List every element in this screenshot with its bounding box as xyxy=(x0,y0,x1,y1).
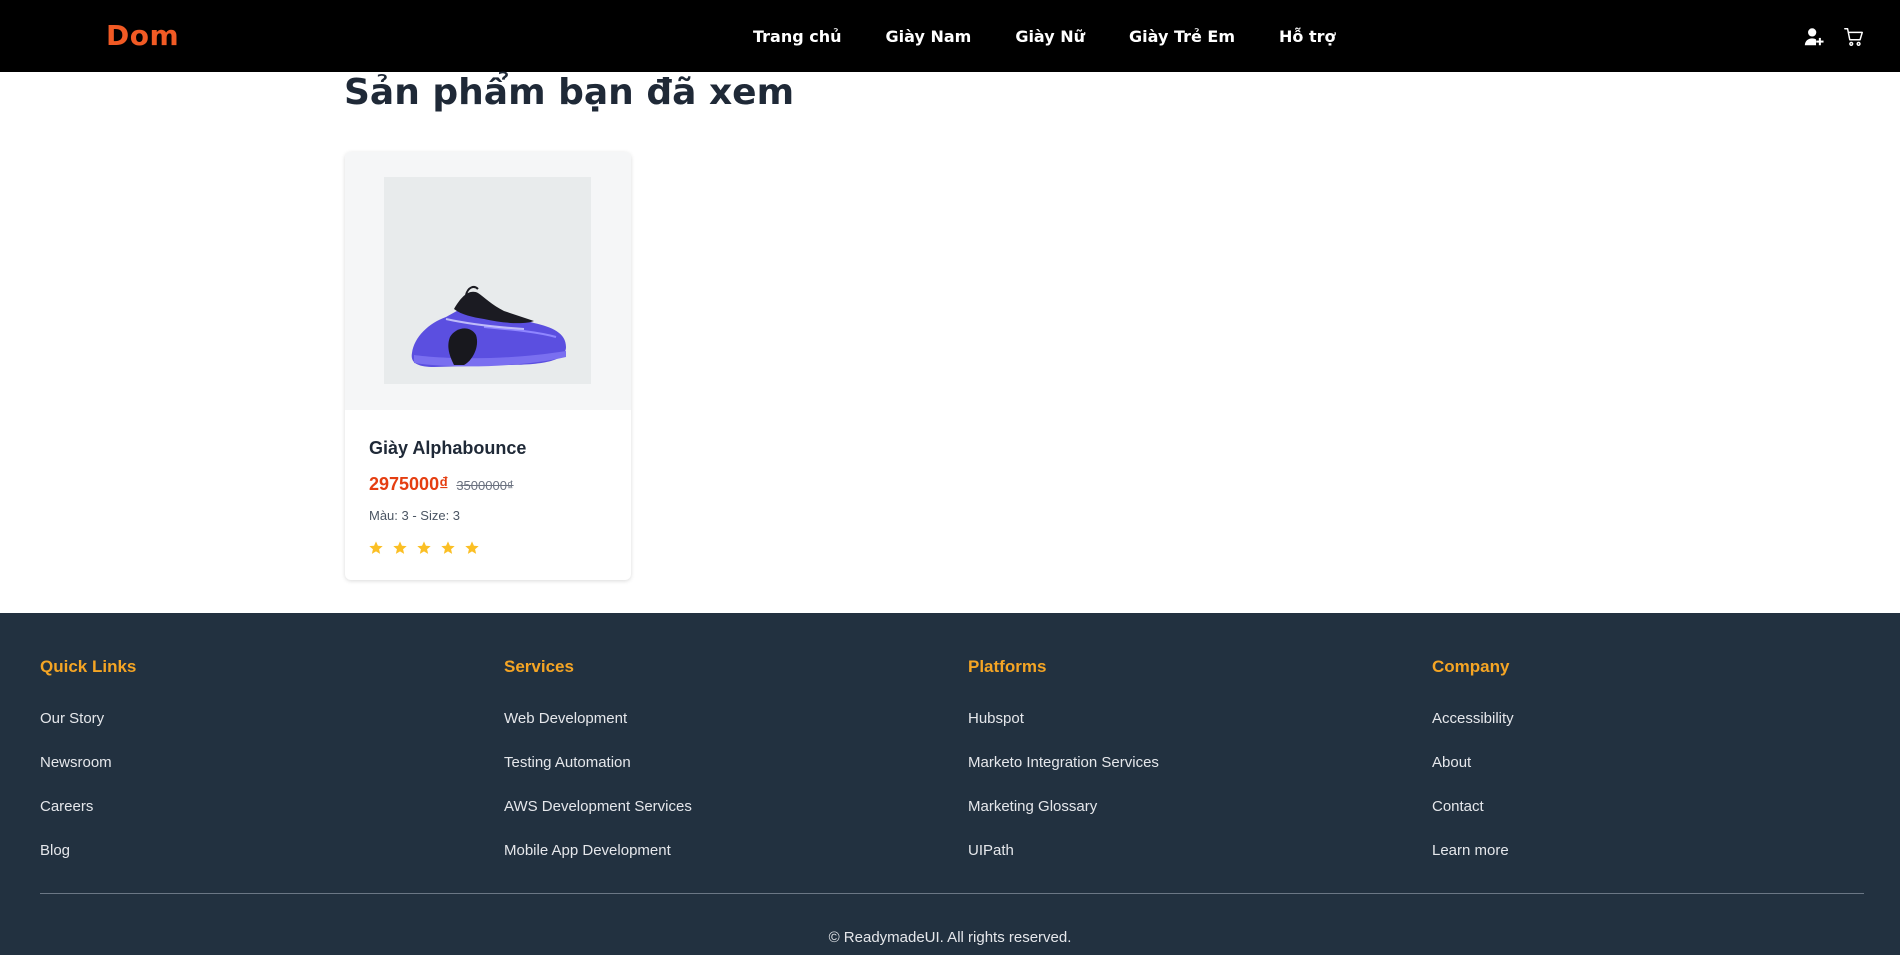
footer-link-marketing-glossary[interactable]: Marketing Glossary xyxy=(968,797,1159,841)
footer-heading: Platforms xyxy=(968,657,1047,676)
footer-heading: Quick Links xyxy=(40,657,137,676)
nav-item-support[interactable]: Hỗ trợ xyxy=(1279,27,1335,46)
footer-link-careers[interactable]: Careers xyxy=(40,797,136,841)
footer-link-newsroom[interactable]: Newsroom xyxy=(40,753,136,797)
star-icon xyxy=(416,540,432,556)
footer-link-about[interactable]: About xyxy=(1432,753,1514,797)
main-nav: Trang chủ Giày Nam Giày Nữ Giày Trẻ Em H… xyxy=(753,0,1336,72)
product-old-price: 3500000₫ xyxy=(456,478,514,493)
product-price: 2975000₫ xyxy=(369,474,449,494)
footer-col-company: Company Accessibility About Contact Lear… xyxy=(1432,657,1514,885)
site-header: Dom Trang chủ Giày Nam Giày Nữ Giày Trẻ … xyxy=(0,0,1900,72)
nav-item-home[interactable]: Trang chủ xyxy=(753,27,842,46)
footer-link-contact[interactable]: Contact xyxy=(1432,797,1514,841)
nav-item-women-shoes[interactable]: Giày Nữ xyxy=(1015,27,1085,46)
star-icon xyxy=(368,540,384,556)
footer-link-web-development[interactable]: Web Development xyxy=(504,709,692,753)
copyright: © ReadymadeUI. All rights reserved. xyxy=(828,929,1072,946)
footer-heading: Services xyxy=(504,657,574,676)
footer-col-quick-links: Quick Links Our Story Newsroom Careers B… xyxy=(40,657,136,885)
footer-col-platforms: Platforms Hubspot Marketo Integration Se… xyxy=(968,657,1159,885)
product-card[interactable]: Giày Alphabounce 2975000₫ 3500000₫ Màu: … xyxy=(345,152,631,580)
footer-link-our-story[interactable]: Our Story xyxy=(40,709,136,753)
footer-link-learn-more[interactable]: Learn more xyxy=(1432,841,1514,885)
star-icon xyxy=(392,540,408,556)
product-image[interactable] xyxy=(384,177,591,384)
nav-item-kids-shoes[interactable]: Giày Trẻ Em xyxy=(1129,27,1235,46)
footer-link-accessibility[interactable]: Accessibility xyxy=(1432,709,1514,753)
user-plus-icon[interactable] xyxy=(1803,26,1825,48)
site-footer: Quick Links Our Story Newsroom Careers B… xyxy=(0,613,1900,955)
product-image-area xyxy=(345,152,631,410)
rating-stars xyxy=(368,540,480,556)
logo[interactable]: Dom xyxy=(106,19,179,52)
product-variant: Màu: 3 - Size: 3 xyxy=(369,508,461,523)
footer-divider xyxy=(40,893,1864,894)
footer-link-marketo[interactable]: Marketo Integration Services xyxy=(968,753,1159,797)
footer-link-blog[interactable]: Blog xyxy=(40,841,136,885)
footer-link-testing-automation[interactable]: Testing Automation xyxy=(504,753,692,797)
footer-col-services: Services Web Development Testing Automat… xyxy=(504,657,692,885)
price-row: 2975000₫ 3500000₫ xyxy=(369,474,514,495)
nav-item-men-shoes[interactable]: Giày Nam xyxy=(886,27,972,46)
star-icon xyxy=(464,540,480,556)
product-name[interactable]: Giày Alphabounce xyxy=(369,438,526,459)
footer-heading: Company xyxy=(1432,657,1510,676)
footer-link-uipath[interactable]: UIPath xyxy=(968,841,1159,885)
cart-icon[interactable] xyxy=(1843,26,1865,48)
star-icon xyxy=(440,540,456,556)
page-title: Sản phẩm bạn đã xem xyxy=(344,72,795,113)
footer-link-hubspot[interactable]: Hubspot xyxy=(968,709,1159,753)
footer-link-aws-development[interactable]: AWS Development Services xyxy=(504,797,692,841)
footer-link-mobile-app-development[interactable]: Mobile App Development xyxy=(504,841,692,885)
